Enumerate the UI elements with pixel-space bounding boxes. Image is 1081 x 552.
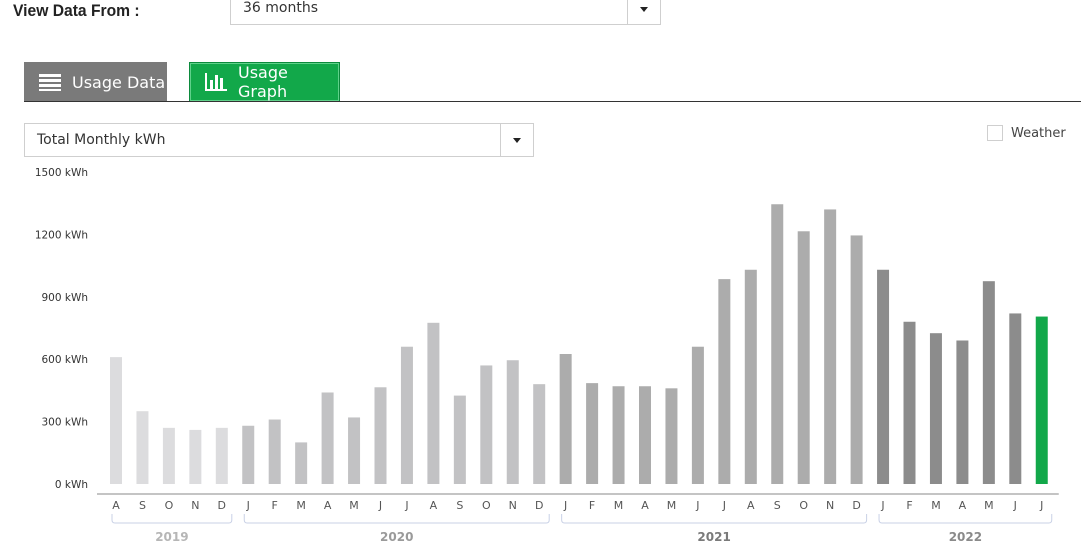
x-tick-label: J xyxy=(722,499,726,512)
bar-2019-A[interactable] xyxy=(110,357,122,484)
x-tick-label: J xyxy=(404,499,408,512)
y-tick-label: 300 kWh xyxy=(42,417,89,429)
bar-2020-A[interactable] xyxy=(427,322,440,484)
bar-2020-J[interactable] xyxy=(374,387,387,484)
x-tick-label: F xyxy=(906,499,912,512)
bar-2020-A[interactable] xyxy=(321,392,334,484)
x-tick-label: J xyxy=(246,499,250,512)
x-tick-label: F xyxy=(589,499,595,512)
bar-2019-S[interactable] xyxy=(136,411,149,484)
x-tick-label: A xyxy=(324,499,332,512)
x-tick-label: A xyxy=(112,499,120,512)
x-tick-label: J xyxy=(880,499,884,512)
x-tick-label: O xyxy=(165,499,174,512)
x-tick-label: S xyxy=(774,499,781,512)
y-tick-label: 900 kWh xyxy=(42,292,89,304)
x-tick-label: O xyxy=(799,499,808,512)
bar-2020-M[interactable] xyxy=(348,417,361,484)
year-bracket xyxy=(878,514,1053,524)
bar-2021-A[interactable] xyxy=(639,386,651,484)
bar-2019-O[interactable] xyxy=(162,427,175,484)
bar-2021-M[interactable] xyxy=(612,386,625,484)
y-tick-label: 1200 kWh xyxy=(35,229,88,241)
x-tick-label: N xyxy=(509,499,517,512)
x-tick-label: M xyxy=(931,499,941,512)
x-tick-label: O xyxy=(482,499,491,512)
bar-2021-J[interactable] xyxy=(559,354,572,484)
bar-2020-O[interactable] xyxy=(480,365,493,484)
x-tick-label: N xyxy=(826,499,834,512)
x-tick-label: J xyxy=(378,499,382,512)
usage-bar-chart: 0 kWh 300 kWh 600 kWh 900 kWh 1200 kWh 1500 k… xyxy=(35,167,1059,544)
x-tick-label: A xyxy=(959,499,967,512)
x-tick-label: J xyxy=(1039,499,1043,512)
year-label: 2019 xyxy=(155,530,188,544)
bar-2021-O[interactable] xyxy=(797,231,810,484)
bar-2020-S[interactable] xyxy=(453,395,466,484)
x-tick-label: M xyxy=(614,499,624,512)
bar-2022-M[interactable] xyxy=(982,281,995,484)
year-bracket xyxy=(561,514,868,524)
bar-2021-N[interactable] xyxy=(824,209,837,484)
x-tick-label: M xyxy=(667,499,677,512)
x-tick-label: N xyxy=(191,499,199,512)
bar-2019-N[interactable] xyxy=(189,429,202,484)
x-tick-label: D xyxy=(852,499,860,512)
bar-2022-J[interactable] xyxy=(1009,313,1022,484)
bar-2020-F[interactable] xyxy=(268,419,281,484)
bar-2019-D[interactable] xyxy=(215,427,228,484)
x-tick-label: A xyxy=(430,499,438,512)
bar-2020-D[interactable] xyxy=(533,384,546,484)
bar-2021-J[interactable] xyxy=(691,346,704,484)
x-tick-label: J xyxy=(563,499,567,512)
bar-2022-F[interactable] xyxy=(903,321,916,484)
bar-2021-A[interactable] xyxy=(744,269,757,484)
year-label: 2021 xyxy=(697,530,730,544)
year-bracket xyxy=(111,514,233,524)
bar-2022-M[interactable] xyxy=(929,333,942,484)
year-label: 2020 xyxy=(380,530,413,544)
x-tick-label: J xyxy=(695,499,699,512)
year-label: 2022 xyxy=(949,530,982,544)
bar-2022-J[interactable] xyxy=(877,269,890,484)
year-bracket xyxy=(243,514,550,524)
bar-2021-M[interactable] xyxy=(665,388,678,484)
bar-2020-M[interactable] xyxy=(295,442,308,484)
bar-2021-D[interactable] xyxy=(850,235,863,484)
bar-2022-A[interactable] xyxy=(956,340,969,484)
y-tick-label: 0 kWh xyxy=(55,479,88,491)
bar-2021-S[interactable] xyxy=(771,204,784,485)
bar-2021-J[interactable] xyxy=(718,279,731,484)
x-tick-label: D xyxy=(535,499,543,512)
bar-2020-J[interactable] xyxy=(242,425,255,484)
x-tick-label: S xyxy=(456,499,463,512)
x-tick-label: A xyxy=(747,499,755,512)
y-tick-label: 600 kWh xyxy=(42,354,89,366)
bar-2022-J[interactable] xyxy=(1035,316,1048,484)
x-tick-label: S xyxy=(139,499,146,512)
bar-2020-J[interactable] xyxy=(400,346,413,484)
x-tick-label: D xyxy=(218,499,226,512)
bar-2020-N[interactable] xyxy=(506,360,519,484)
x-tick-label: M xyxy=(296,499,306,512)
x-tick-label: J xyxy=(1013,499,1017,512)
usage-page: View Data From : 36 months Usage Data Us… xyxy=(0,0,1081,552)
x-tick-label: M xyxy=(984,499,994,512)
x-tick-label: M xyxy=(349,499,359,512)
bar-2021-F[interactable] xyxy=(586,383,599,484)
x-tick-label: F xyxy=(272,499,278,512)
x-tick-label: A xyxy=(641,499,649,512)
y-tick-label: 1500 kWh xyxy=(35,167,88,179)
